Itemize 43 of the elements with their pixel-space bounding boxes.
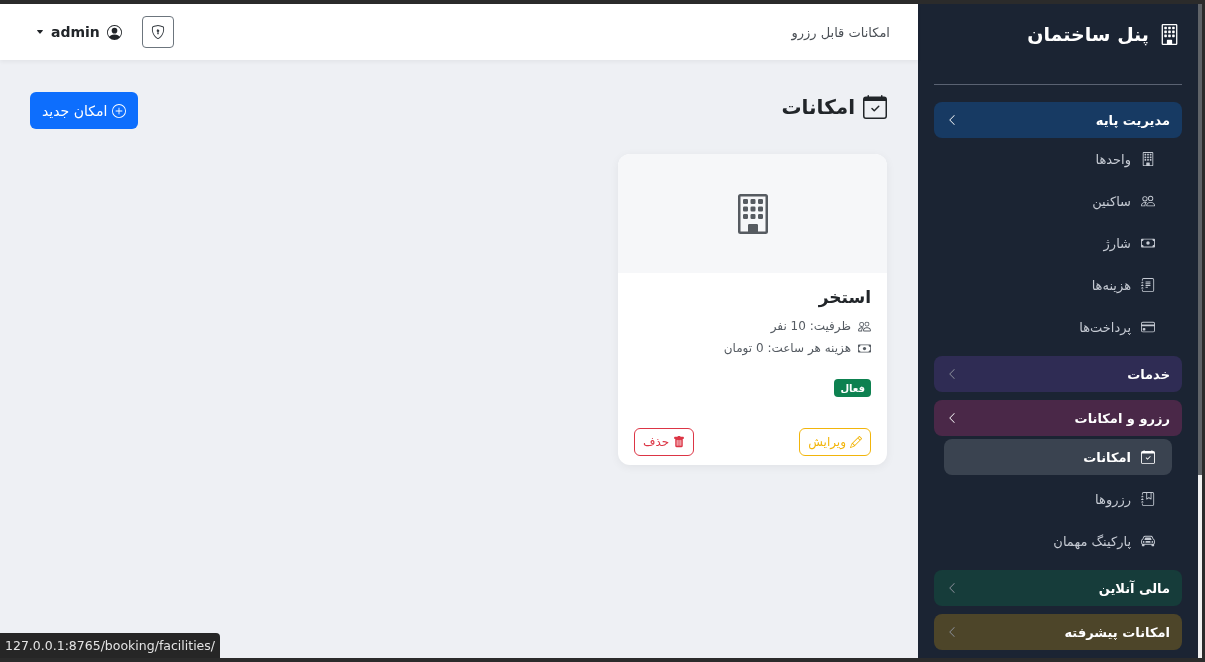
- sidebar-item[interactable]: امکانات: [944, 439, 1172, 475]
- status-badge: فعال: [834, 379, 871, 397]
- building-icon: [1141, 152, 1155, 166]
- calendar-check-icon: [1141, 450, 1155, 464]
- people-icon: [858, 319, 871, 333]
- cash-icon: [858, 341, 871, 355]
- bookmark-book-icon: [1141, 492, 1155, 506]
- page-title: امکانات: [781, 94, 855, 119]
- list-icon: [1141, 278, 1155, 292]
- header-title: امکانات قابل رزرو: [791, 24, 890, 40]
- cash-icon: [1141, 236, 1155, 250]
- car-icon: [1141, 534, 1155, 548]
- people-icon: [1141, 194, 1155, 208]
- credit-card-icon: [1141, 320, 1155, 334]
- sidebar-group-header[interactable]: مدیریت پایه: [934, 102, 1182, 138]
- building-icon: [1159, 23, 1180, 45]
- sidebar-item[interactable]: پارکینگ مهمان: [944, 523, 1172, 559]
- sidebar-item[interactable]: شارژ: [944, 225, 1172, 261]
- user-icon: [106, 24, 122, 40]
- shield-lock-icon: [150, 25, 165, 39]
- status-url: 127.0.0.1:8765/booking/facilities/: [0, 633, 221, 658]
- sidebar-item[interactable]: ساکنین: [944, 183, 1172, 219]
- card-detail: هزینه هر ساعت: 0 تومان: [723, 341, 851, 355]
- sidebar-item[interactable]: هزینه‌ها: [944, 267, 1172, 303]
- sidebar-group-header[interactable]: رزرو و امکانات: [934, 400, 1182, 436]
- trash-icon: [673, 436, 686, 448]
- sidebar-group-header[interactable]: مالی آنلاین: [934, 570, 1182, 606]
- sidebar-group-header[interactable]: خدمات: [934, 356, 1182, 392]
- shield-button[interactable]: [141, 16, 174, 48]
- user-menu-button[interactable]: admin: [36, 24, 122, 40]
- pencil-icon: [850, 436, 862, 448]
- sidebar-group-header[interactable]: امکانات پیشرفته: [934, 614, 1182, 650]
- caret-icon: [36, 28, 44, 36]
- sidebar-item[interactable]: رزروها: [944, 481, 1172, 517]
- delete-button[interactable]: حذف: [634, 428, 695, 456]
- card-title: استخر: [817, 287, 871, 307]
- card-detail: ظرفیت: 10 نفر: [770, 319, 851, 333]
- brand-title: پنل ساختمان: [1027, 23, 1149, 45]
- sidebar-item[interactable]: واحدها: [944, 141, 1172, 177]
- calendar-check-icon: [863, 94, 887, 119]
- sidebar-item[interactable]: پرداخت‌ها: [944, 309, 1172, 345]
- new-facility-button[interactable]: امکان جدید: [30, 92, 139, 129]
- scrollbar[interactable]: [1198, 4, 1202, 658]
